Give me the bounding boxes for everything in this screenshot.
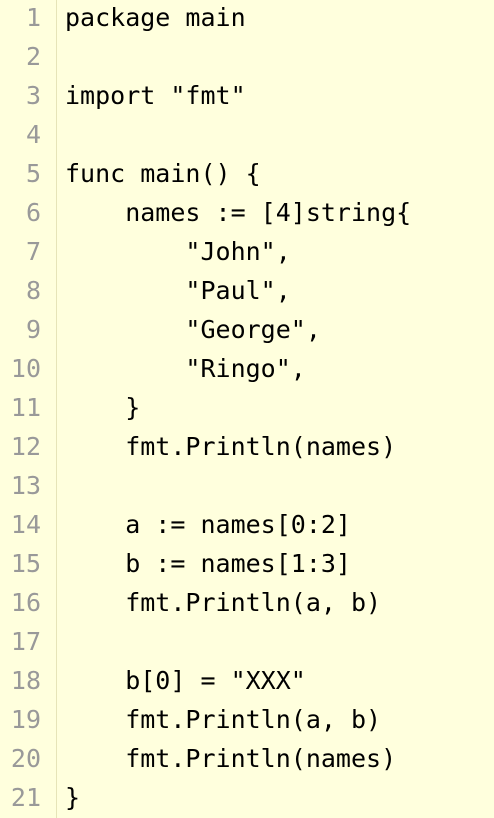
code-line[interactable]: 3 import "fmt" [0, 76, 494, 115]
code-text: "John", [65, 237, 291, 266]
code-text: a := names[0:2] [65, 510, 351, 539]
code-line[interactable]: 10 "Ringo", [0, 349, 494, 388]
line-number: 7 [25, 237, 41, 266]
code-text: "George", [65, 315, 321, 344]
code-text: fmt.Println(a, b) [65, 588, 382, 617]
code-line[interactable]: 14 a := names[0:2] [0, 505, 494, 544]
code-line[interactable]: 19 fmt.Println(a, b) [0, 700, 494, 739]
code-line[interactable]: 16 fmt.Println(a, b) [0, 583, 494, 622]
code-line[interactable]: 7 "John", [0, 232, 494, 271]
code-line[interactable]: 4 [0, 115, 494, 154]
code-line[interactable]: 20 fmt.Println(names) [0, 739, 494, 778]
code-line[interactable]: 15 b := names[1:3] [0, 544, 494, 583]
code-text: fmt.Println(names) [65, 744, 397, 773]
code-text: fmt.Println(names) [65, 432, 397, 461]
code-text: } [65, 393, 141, 422]
code-text: "Paul", [65, 276, 291, 305]
code-text: "Ringo", [65, 354, 306, 383]
line-number: 9 [25, 315, 41, 344]
code-line[interactable]: 9 "George", [0, 310, 494, 349]
line-number: 8 [25, 276, 41, 305]
code-line[interactable]: 17 [0, 622, 494, 661]
line-number: 6 [25, 198, 41, 227]
code-text: names := [4]string{ [65, 198, 412, 227]
line-number: 14 [10, 510, 41, 539]
code-line[interactable]: 13 [0, 466, 494, 505]
line-number: 16 [10, 588, 41, 617]
line-number: 3 [25, 81, 41, 110]
code-text: package main [65, 3, 246, 32]
code-text: b[0] = "XXX" [65, 666, 306, 695]
code-line[interactable]: 6 names := [4]string{ [0, 193, 494, 232]
line-number: 10 [10, 354, 41, 383]
code-line[interactable]: 11 } [0, 388, 494, 427]
code-line[interactable]: 21} [0, 778, 494, 817]
line-number: 21 [10, 783, 41, 812]
line-number: 18 [10, 666, 41, 695]
code-line[interactable]: 12 fmt.Println(names) [0, 427, 494, 466]
line-number: 17 [10, 627, 41, 656]
line-number: 19 [10, 705, 41, 734]
code-line[interactable]: 2 [0, 37, 494, 76]
code-text: func main() { [65, 159, 261, 188]
code-line[interactable]: 1 package main [0, 0, 494, 37]
line-number: 4 [25, 120, 41, 149]
line-number: 11 [10, 393, 41, 422]
line-number: 15 [10, 549, 41, 578]
code-line[interactable]: 5 func main() { [0, 154, 494, 193]
code-text: b := names[1:3] [65, 549, 351, 578]
line-number: 2 [25, 42, 41, 71]
line-number: 1 [25, 3, 41, 32]
code-text: import "fmt" [65, 81, 246, 110]
line-number: 12 [10, 432, 41, 461]
line-number: 13 [10, 471, 41, 500]
code-text: fmt.Println(a, b) [65, 705, 382, 734]
line-number: 5 [25, 159, 41, 188]
code-line[interactable]: 8 "Paul", [0, 271, 494, 310]
code-line[interactable]: 18 b[0] = "XXX" [0, 661, 494, 700]
line-number: 20 [10, 744, 41, 773]
code-editor[interactable]: 1 package main 2 3 import "fmt" 4 5 func main()… [0, 0, 494, 818]
code-text: } [65, 783, 81, 812]
